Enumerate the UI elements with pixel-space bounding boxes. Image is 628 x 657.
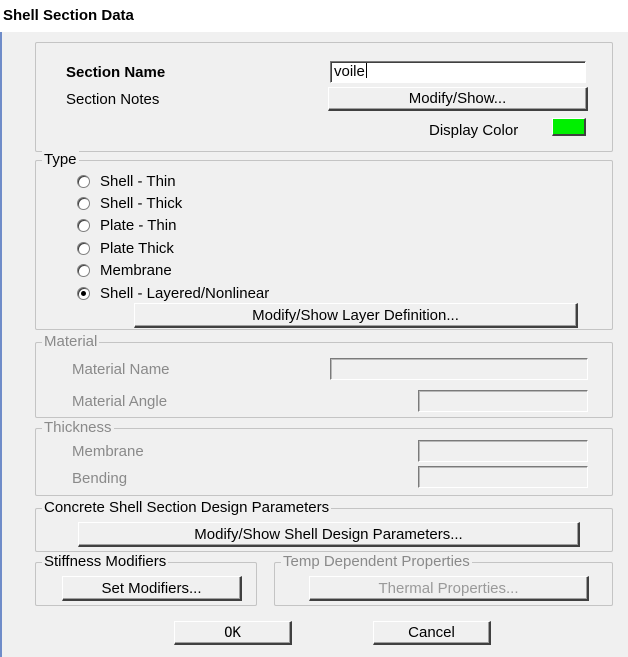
radio-shell-thick[interactable]: Shell - Thick [77,192,182,214]
display-color-swatch[interactable] [552,118,586,136]
concrete-design-legend: Concrete Shell Section Design Parameters [42,499,332,517]
radio-label: Shell - Layered/Nonlinear [100,284,270,302]
radio-label: Plate - Thin [100,216,177,234]
stiffness-modifiers-legend: Stiffness Modifiers [42,553,169,571]
radio-shell-thin[interactable]: Shell - Thin [77,170,176,192]
display-color-label: Display Color [429,122,519,139]
bending-thickness-field [418,466,588,488]
material-angle-field [418,390,588,412]
concrete-design-group: Concrete Shell Section Design Parameters… [35,499,613,552]
radio-icon[interactable] [77,174,90,188]
radio-icon[interactable] [77,196,90,210]
radio-checked-icon[interactable] [77,286,90,300]
thickness-legend: Thickness [42,419,114,437]
radio-icon[interactable] [77,218,90,232]
type-legend: Type [42,151,79,169]
section-name-value: voile [334,63,365,80]
radio-label: Plate Thick [100,239,174,257]
material-name-field [330,358,588,380]
thickness-group: Thickness Membrane Bending [35,419,613,496]
text-caret [365,63,367,78]
radio-label: Membrane [100,261,172,279]
temp-dependent-legend: Temp Dependent Properties [281,553,472,571]
section-name-group: Section Name voile Section Notes Modify/… [35,42,613,152]
material-angle-label: Material Angle [72,393,168,410]
membrane-thickness-field [418,440,588,462]
shell-section-dialog: Section Name voile Section Notes Modify/… [0,32,628,657]
radio-shell-layered-nonlinear[interactable]: Shell - Layered/Nonlinear [77,282,269,304]
window-title: Shell Section Data [3,7,134,24]
temp-dependent-group: Temp Dependent Properties Thermal Proper… [274,553,613,606]
radio-icon[interactable] [77,263,90,277]
bending-thickness-label: Bending [72,470,128,487]
membrane-thickness-label: Membrane [72,443,144,460]
radio-plate-thick[interactable]: Plate Thick [77,237,174,259]
material-group: Material Material Name Material Angle [35,333,613,418]
section-notes-modify-button[interactable]: Modify/Show... [328,87,588,111]
material-name-label: Material Name [72,361,170,378]
set-modifiers-button[interactable]: Set Modifiers... [62,576,242,601]
title-bar: Shell Section Data [0,0,628,32]
radio-label: Shell - Thick [100,194,183,212]
cancel-button[interactable]: Cancel [373,621,491,645]
section-notes-label: Section Notes [66,91,160,108]
material-legend: Material [42,333,100,351]
ok-button[interactable]: OK [174,621,292,645]
radio-icon[interactable] [77,241,90,255]
radio-membrane[interactable]: Membrane [77,259,172,281]
radio-plate-thin[interactable]: Plate - Thin [77,214,176,236]
section-name-label: Section Name [66,64,166,81]
modify-shell-design-parameters-button[interactable]: Modify/Show Shell Design Parameters... [78,522,580,547]
section-name-input[interactable]: voile [330,61,586,83]
radio-label: Shell - Thin [100,172,176,190]
modify-layer-definition-button[interactable]: Modify/Show Layer Definition... [134,303,578,328]
thermal-properties-button: Thermal Properties... [309,576,589,601]
stiffness-modifiers-group: Stiffness Modifiers Set Modifiers... [35,553,257,606]
